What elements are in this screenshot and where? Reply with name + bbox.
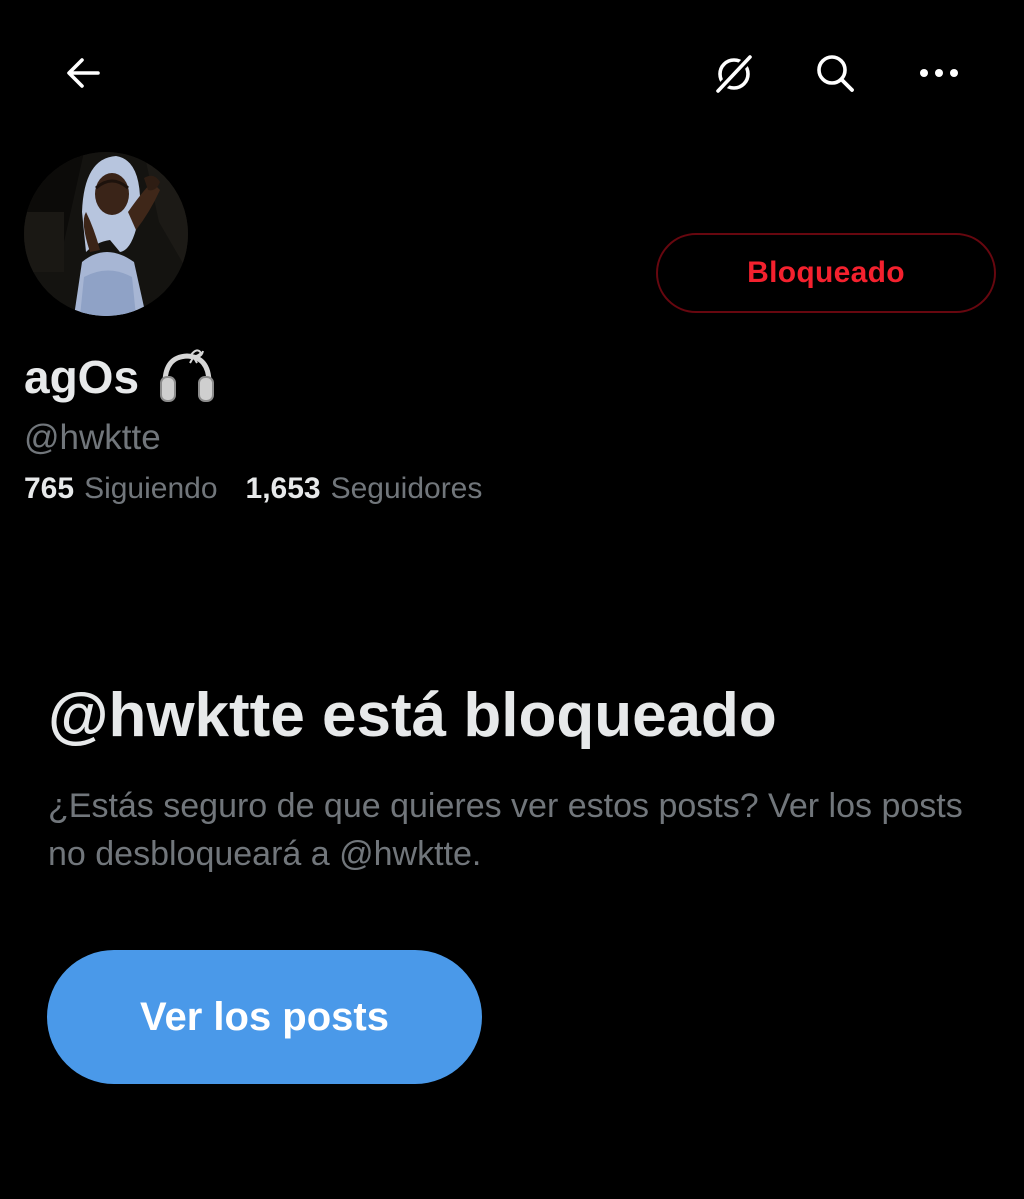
follow-stats: 765 Siguiendo 1,653 Seguidores bbox=[24, 472, 482, 506]
grok-icon bbox=[713, 52, 755, 96]
top-bar bbox=[0, 0, 1024, 150]
arrow-left-icon bbox=[67, 58, 100, 88]
profile-photo bbox=[24, 152, 188, 316]
following-stat[interactable]: 765 Siguiendo bbox=[24, 472, 218, 506]
view-posts-button[interactable]: Ver los posts bbox=[47, 950, 482, 1084]
grok-button[interactable] bbox=[702, 42, 766, 106]
blocked-notice-description: ¿Estás seguro de que quieres ver estos p… bbox=[48, 787, 963, 873]
more-options-button[interactable] bbox=[907, 41, 971, 105]
search-icon bbox=[817, 55, 854, 92]
blocked-notice-title: @hwktte está bloqueado bbox=[48, 681, 777, 750]
display-name-row: agOs bbox=[24, 342, 217, 412]
headphones-icon bbox=[157, 347, 217, 407]
followers-label: Seguidores bbox=[330, 472, 483, 505]
followers-count: 1,653 bbox=[245, 472, 321, 505]
following-label: Siguiendo bbox=[84, 472, 218, 505]
following-count: 765 bbox=[24, 472, 75, 505]
followers-stat[interactable]: 1,653 Seguidores bbox=[246, 472, 483, 506]
more-horizontal-icon bbox=[920, 69, 958, 77]
search-button[interactable] bbox=[803, 41, 867, 105]
user-handle: @hwktte bbox=[24, 418, 161, 457]
back-button[interactable] bbox=[51, 41, 115, 105]
display-name: agOs bbox=[24, 351, 140, 403]
blocked-button[interactable]: Bloqueado bbox=[656, 233, 996, 313]
avatar[interactable] bbox=[24, 152, 188, 316]
